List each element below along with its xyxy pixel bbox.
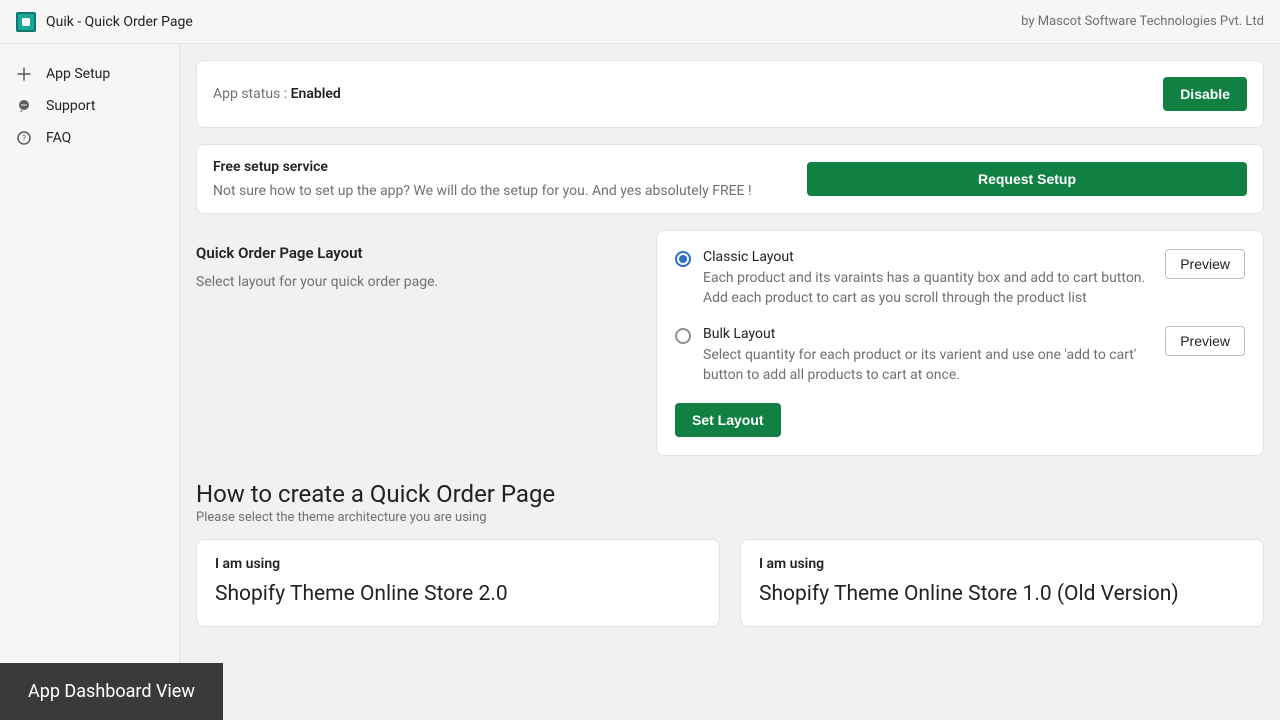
layout-option-desc: Each product and its varaints has a quan…	[703, 269, 1153, 308]
app-title: Quik - Quick Order Page	[46, 14, 193, 30]
preview-classic-button[interactable]: Preview	[1165, 249, 1245, 279]
sidebar-item-support[interactable]: Support	[0, 90, 179, 122]
plus-icon	[16, 66, 32, 82]
question-icon: ?	[16, 130, 32, 146]
radio-unselected-icon[interactable]	[675, 328, 691, 344]
app-layout: App Setup Support ? FAQ App status : Ena…	[0, 44, 1280, 720]
layout-option-classic[interactable]: Classic Layout Each product and its vara…	[675, 249, 1245, 308]
radio-selected-icon[interactable]	[675, 251, 691, 267]
preview-bulk-button[interactable]: Preview	[1165, 326, 1245, 356]
main-content: App status : Enabled Disable Free setup …	[180, 44, 1280, 720]
sidebar-item-label: Support	[46, 98, 95, 114]
theme-card-1-0[interactable]: I am using Shopify Theme Online Store 1.…	[740, 539, 1264, 627]
theme-row: I am using Shopify Theme Online Store 2.…	[196, 539, 1264, 627]
status-label: App status :	[213, 86, 291, 102]
theme-name: Shopify Theme Online Store 1.0 (Old Vers…	[759, 582, 1245, 606]
howto-subtitle: Please select the theme architecture you…	[196, 510, 1264, 525]
vendor-label: by Mascot Software Technologies Pvt. Ltd	[1021, 14, 1264, 29]
status-card: App status : Enabled Disable	[196, 60, 1264, 128]
dashboard-view-badge: App Dashboard View	[0, 663, 223, 720]
layout-option-title: Classic Layout	[703, 249, 1153, 265]
sidebar-item-app-setup[interactable]: App Setup	[0, 58, 179, 90]
chat-icon	[16, 98, 32, 114]
topbar: Quik - Quick Order Page by Mascot Softwa…	[0, 0, 1280, 44]
sidebar-item-faq[interactable]: ? FAQ	[0, 122, 179, 154]
layout-section-info: Quick Order Page Layout Select layout fo…	[196, 230, 636, 456]
theme-using-label: I am using	[759, 556, 1245, 572]
layout-option-content: Classic Layout Each product and its vara…	[703, 249, 1153, 308]
sidebar-item-label: App Setup	[46, 66, 110, 82]
layout-option-desc: Select quantity for each product or its …	[703, 346, 1153, 385]
layout-section-title: Quick Order Page Layout	[196, 244, 636, 262]
howto-title: How to create a Quick Order Page	[196, 480, 1264, 508]
request-setup-button[interactable]: Request Setup	[807, 162, 1247, 196]
disable-button[interactable]: Disable	[1163, 77, 1247, 111]
layout-section-desc: Select layout for your quick order page.	[196, 274, 636, 290]
topbar-left: Quik - Quick Order Page	[16, 12, 193, 32]
theme-card-2-0[interactable]: I am using Shopify Theme Online Store 2.…	[196, 539, 720, 627]
status-value: Enabled	[291, 86, 341, 102]
setup-service-title: Free setup service	[213, 159, 752, 175]
howto-section: How to create a Quick Order Page Please …	[196, 480, 1264, 627]
set-layout-button[interactable]: Set Layout	[675, 403, 781, 437]
layout-option-content: Bulk Layout Select quantity for each pro…	[703, 326, 1153, 385]
app-logo	[16, 12, 36, 32]
layout-section: Quick Order Page Layout Select layout fo…	[196, 230, 1264, 456]
theme-name: Shopify Theme Online Store 2.0	[215, 582, 701, 606]
layout-option-bulk[interactable]: Bulk Layout Select quantity for each pro…	[675, 326, 1245, 385]
layout-option-title: Bulk Layout	[703, 326, 1153, 342]
theme-using-label: I am using	[215, 556, 701, 572]
layout-options-card: Classic Layout Each product and its vara…	[656, 230, 1264, 456]
svg-text:?: ?	[22, 134, 26, 143]
setup-service-desc: Not sure how to set up the app? We will …	[213, 183, 752, 199]
sidebar: App Setup Support ? FAQ	[0, 44, 180, 720]
setup-service-text: Free setup service Not sure how to set u…	[213, 159, 752, 199]
setup-service-card: Free setup service Not sure how to set u…	[196, 144, 1264, 214]
sidebar-item-label: FAQ	[46, 130, 71, 146]
status-text: App status : Enabled	[213, 86, 341, 102]
